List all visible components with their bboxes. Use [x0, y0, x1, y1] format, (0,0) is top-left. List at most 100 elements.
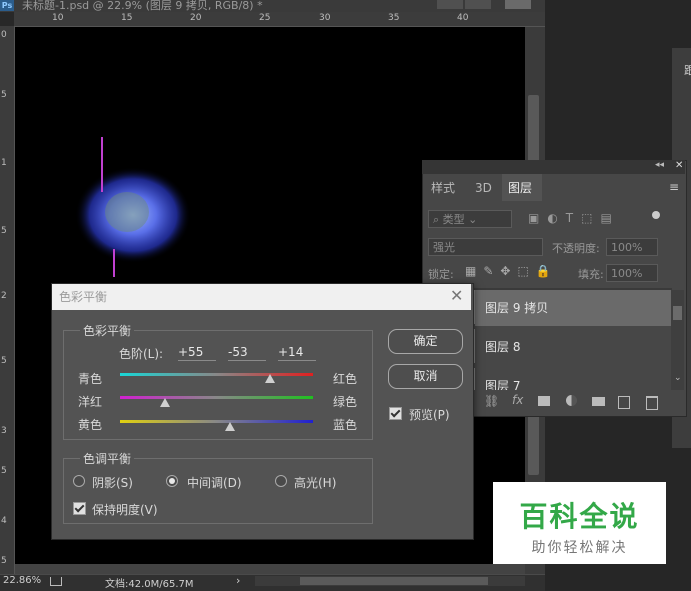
opacity-input[interactable]: 100%: [606, 238, 658, 256]
ruler-label: 5: [1, 556, 7, 566]
color-balance-group: [63, 330, 373, 440]
maximize-button[interactable]: [465, 0, 491, 9]
preview-checkbox[interactable]: [389, 407, 402, 420]
horizontal-scroll-thumb[interactable]: [300, 577, 488, 585]
cyan-red-slider-track[interactable]: [120, 373, 313, 376]
zoom-level[interactable]: 22.86%: [3, 575, 41, 586]
link-layers-icon[interactable]: ⛓: [484, 394, 499, 408]
ruler-label: 20: [190, 13, 202, 23]
watermark-title: 百科全说: [519, 500, 640, 533]
scroll-down-icon[interactable]: ⌄: [674, 373, 682, 383]
minimize-button[interactable]: [437, 0, 463, 9]
filter-toggle-icon[interactable]: [652, 211, 660, 219]
fx-icon[interactable]: fx: [512, 393, 523, 407]
ruler-label: 5: [1, 90, 7, 100]
ruler-label: 5: [1, 356, 7, 366]
preserve-luminosity-checkbox[interactable]: [73, 502, 86, 515]
slider-left-label: 青色: [78, 372, 103, 386]
tab-styles[interactable]: 样式: [431, 176, 455, 200]
close-window-button[interactable]: [505, 0, 531, 9]
tone-balance-group-title: 色调平衡: [80, 450, 135, 467]
magenta-green-slider-thumb[interactable]: [160, 398, 171, 407]
collapse-panel-icon[interactable]: ◂◂: [655, 160, 664, 170]
level-yellow-blue-input[interactable]: +14: [278, 345, 316, 361]
midtones-radio[interactable]: [166, 475, 178, 487]
ruler-label: 0: [1, 30, 7, 40]
levels-label: 色阶(L):: [119, 347, 164, 361]
ruler-label: 35: [388, 13, 400, 23]
collapsed-panel-glyph: 跟: [684, 64, 691, 77]
filter-kind-label: 类型: [442, 213, 465, 226]
dialog-titlebar: [52, 284, 471, 310]
slider-left-label: 黄色: [78, 418, 103, 432]
ruler-label: 4: [1, 516, 7, 526]
ruler-label: 1: [1, 158, 7, 168]
tab-3d[interactable]: 3D: [475, 176, 492, 200]
fill-value: 100%: [611, 267, 643, 280]
vertical-ruler: 0 5 1 5 2 5 3 5 4 5: [0, 26, 15, 574]
blend-mode-select[interactable]: 强光: [428, 238, 543, 256]
ok-button[interactable]: 确定: [388, 329, 463, 354]
opacity-label: 不透明度:: [552, 242, 600, 255]
watermark-subtitle: 助你轻松解决: [531, 540, 628, 556]
status-arrow-icon[interactable]: ›: [236, 574, 240, 587]
ruler-label: 10: [52, 13, 64, 23]
slider-left-label: 洋红: [78, 395, 103, 409]
fill-label: 填充:: [578, 268, 604, 281]
ruler-label: 30: [319, 13, 331, 23]
ruler-label: 15: [121, 13, 133, 23]
ruler-label: 5: [1, 466, 7, 476]
layers-scroll-thumb[interactable]: [673, 306, 682, 320]
midtones-label[interactable]: 中间调(D): [187, 474, 242, 491]
dialog-close-icon[interactable]: ✕: [450, 286, 463, 305]
layer-filter-select[interactable]: ⌕ 类型 ⌄: [428, 210, 512, 228]
shadows-label[interactable]: 阴影(S): [92, 474, 133, 491]
preview-label[interactable]: 预览(P): [409, 406, 450, 423]
cyan-red-slider-thumb[interactable]: [264, 374, 275, 383]
horizontal-ruler: 10 15 20 25 30 35 40: [14, 12, 545, 27]
lock-label: 锁定:: [428, 268, 454, 281]
yellow-blue-slider-track[interactable]: [120, 420, 313, 423]
close-panel-icon[interactable]: ✕: [675, 160, 683, 171]
blend-mode-value: 强光: [433, 241, 455, 254]
filter-icons[interactable]: ▣◐T⬚▤: [528, 211, 660, 227]
document-titlebar: Ps 未标题-1.psd @ 22.9% (图层 9 拷贝, RGB/8) *: [0, 0, 545, 12]
shadows-radio[interactable]: [73, 475, 85, 487]
ruler-label: 40: [457, 13, 469, 23]
magenta-green-slider-track[interactable]: [120, 396, 313, 399]
dialog-title: 色彩平衡: [59, 290, 108, 304]
document-title: 未标题-1.psd @ 22.9% (图层 9 拷贝, RGB/8) *: [22, 0, 263, 12]
preserve-luminosity-label[interactable]: 保持明度(V): [92, 501, 158, 518]
level-cyan-red-input[interactable]: +55: [178, 345, 216, 361]
panel-header-strip: [422, 160, 685, 174]
folder-icon[interactable]: [592, 397, 605, 406]
tab-layers[interactable]: 图层: [508, 176, 532, 200]
adjustment-layer-icon[interactable]: [566, 395, 577, 406]
trash-icon[interactable]: [646, 396, 658, 410]
layer-row[interactable]: 图层 7: [475, 368, 671, 390]
new-layer-icon[interactable]: [618, 396, 630, 409]
slider-right-label: 绿色: [333, 395, 358, 409]
slider-right-label: 蓝色: [333, 418, 358, 432]
level-magenta-green-input[interactable]: -53: [228, 345, 266, 361]
highlights-radio[interactable]: [275, 475, 287, 487]
opacity-value: 100%: [611, 241, 643, 254]
highlights-label[interactable]: 高光(H): [294, 474, 336, 491]
fill-input[interactable]: 100%: [606, 264, 658, 282]
panel-menu-icon[interactable]: ≡: [669, 180, 679, 194]
document-size[interactable]: 文档:42.0M/65.7M: [105, 575, 194, 590]
mask-icon[interactable]: [538, 396, 550, 406]
layer-row-selected[interactable]: 图层 9 拷贝: [475, 290, 671, 326]
lock-icons[interactable]: ▦✎✥⬚🔒: [465, 264, 558, 278]
color-balance-group-title: 色彩平衡: [80, 322, 135, 339]
ruler-label: 5: [1, 226, 7, 236]
ruler-label: 25: [259, 13, 271, 23]
layer-row[interactable]: 图层 8: [475, 329, 671, 365]
ruler-label: 3: [1, 426, 7, 436]
cancel-button[interactable]: 取消: [388, 364, 463, 389]
yellow-blue-slider-thumb[interactable]: [225, 422, 235, 431]
export-icon[interactable]: [50, 577, 62, 586]
photoshop-logo-icon: Ps: [0, 0, 14, 11]
ruler-label: 2: [1, 291, 7, 301]
slider-right-label: 红色: [333, 372, 358, 386]
